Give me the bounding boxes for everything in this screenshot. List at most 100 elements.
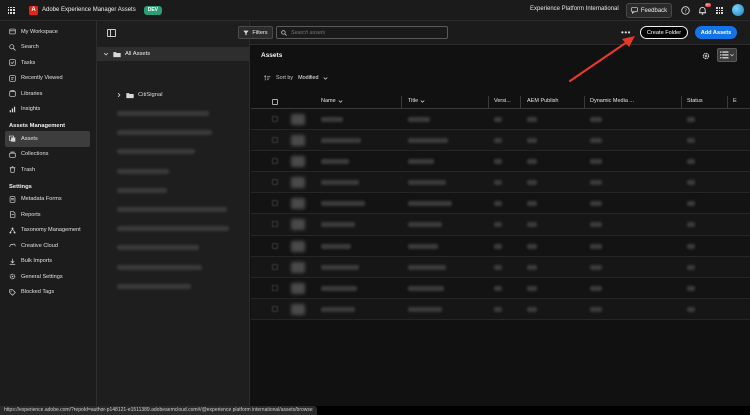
row-checkbox[interactable] xyxy=(272,158,278,165)
table-row[interactable] xyxy=(251,109,750,131)
sidebar-item-assets[interactable]: Assets xyxy=(5,131,90,147)
folder-icon xyxy=(126,92,134,98)
row-checkbox[interactable] xyxy=(272,137,278,144)
row-checkbox[interactable] xyxy=(272,179,278,186)
chevron-right-icon[interactable] xyxy=(116,92,122,98)
table-row[interactable] xyxy=(251,193,750,215)
row-checkbox[interactable] xyxy=(272,221,278,228)
table-cell-redacted xyxy=(494,117,502,122)
tree-item-redacted[interactable] xyxy=(117,111,209,116)
add-assets-button[interactable]: Add Assets xyxy=(695,26,737,39)
org-switcher[interactable]: Experience Platform International xyxy=(530,6,619,12)
tree-item-redacted[interactable] xyxy=(117,283,191,289)
table-cell-redacted xyxy=(527,138,537,144)
sidebar-item-insights[interactable]: Insights xyxy=(5,102,90,118)
chevron-down-icon xyxy=(420,99,425,103)
column-header-dynamic-media[interactable]: Dynamic Media ... xyxy=(590,98,634,104)
sidebar-item-trash[interactable]: Trash xyxy=(5,162,90,178)
sidebar-item-recently-viewed[interactable]: Recently Viewed xyxy=(5,71,90,87)
sidebar-item-bulk-imports[interactable]: Bulk Imports xyxy=(5,254,90,270)
view-switcher-button[interactable] xyxy=(717,48,737,62)
tree-item-redacted[interactable] xyxy=(117,168,169,174)
tree-item-folder[interactable]: CitiSignal xyxy=(116,89,163,101)
apps-button[interactable] xyxy=(714,5,725,16)
tree-item-redacted[interactable] xyxy=(117,245,199,251)
table-cell-redacted xyxy=(687,243,695,249)
tree-item-redacted[interactable] xyxy=(117,149,195,155)
filters-label: Filters xyxy=(252,29,268,36)
help-button[interactable]: ? xyxy=(680,5,691,16)
sidebar-item-general-settings[interactable]: General Settings xyxy=(5,269,90,285)
table-row[interactable] xyxy=(251,214,750,236)
column-header-status[interactable]: Status xyxy=(687,98,703,104)
column-header-aem-publish[interactable]: AEM Publish xyxy=(527,98,559,104)
sidebar-item-blocked-tags[interactable]: Blocked Tags xyxy=(5,285,90,301)
column-header-name[interactable]: Name xyxy=(321,98,343,104)
column-header-title[interactable]: Title xyxy=(408,98,425,104)
table-cell-redacted xyxy=(590,243,602,249)
sidebar-item-my-workspace[interactable]: My Workspace xyxy=(5,24,90,40)
row-checkbox[interactable] xyxy=(272,284,278,291)
table-row[interactable] xyxy=(251,256,750,278)
row-checkbox[interactable] xyxy=(272,242,278,249)
notifications-button[interactable]: 9+ xyxy=(697,3,711,16)
row-checkbox[interactable] xyxy=(272,200,278,207)
sidebar-item-label: Recently Viewed xyxy=(21,75,63,82)
view-settings-button[interactable] xyxy=(701,51,711,61)
sidebar-item-label: Creative Cloud xyxy=(21,242,58,249)
sidebar-item-creative-cloud[interactable]: Creative Cloud xyxy=(5,238,90,254)
search-field[interactable] xyxy=(276,26,448,39)
notification-count: 9+ xyxy=(705,3,711,7)
select-all-checkbox[interactable] xyxy=(272,99,278,105)
tree-item-redacted[interactable] xyxy=(117,130,212,136)
table-cell-redacted xyxy=(590,138,602,144)
chevron-down-icon[interactable] xyxy=(103,51,109,57)
table-cell-redacted xyxy=(494,201,502,207)
table-row[interactable] xyxy=(251,277,750,299)
tree-item-redacted[interactable] xyxy=(117,264,202,270)
settings-icon xyxy=(9,273,16,280)
column-header-version[interactable]: Versi... xyxy=(494,98,511,104)
table-cell-redacted xyxy=(494,243,502,249)
tree-item-redacted[interactable] xyxy=(117,226,229,232)
table-row[interactable] xyxy=(251,130,750,152)
sidebar-item-search[interactable]: Search xyxy=(5,40,90,56)
user-avatar[interactable] xyxy=(732,4,744,16)
folder-icon xyxy=(113,51,121,57)
gear-icon xyxy=(702,52,710,60)
chevron-down-icon xyxy=(730,53,734,57)
sidebar-item-metadata-forms[interactable]: Metadata Forms xyxy=(5,192,90,208)
sidebar-item-reports[interactable]: Reports xyxy=(5,207,90,223)
filters-button[interactable]: Filters xyxy=(238,26,273,39)
table-row[interactable] xyxy=(251,235,750,257)
sidebar-item-collections[interactable]: Collections xyxy=(5,147,90,163)
table-row[interactable] xyxy=(251,151,750,173)
table-row[interactable] xyxy=(251,298,750,320)
sidebar-item-taxonomy-management[interactable]: Taxonomy Management xyxy=(5,223,90,239)
search-input[interactable] xyxy=(291,29,441,36)
asset-thumbnail xyxy=(291,156,305,168)
tree-item-all-assets[interactable]: All Assets xyxy=(97,47,249,61)
table-row[interactable] xyxy=(251,172,750,194)
sidebar-item-tasks[interactable]: Tasks xyxy=(5,55,90,71)
app-switcher-button[interactable] xyxy=(0,6,22,14)
table-cell-redacted xyxy=(408,201,452,207)
table-cell-redacted xyxy=(494,180,502,186)
table-cell-redacted xyxy=(687,117,695,122)
tree-item-redacted[interactable] xyxy=(117,187,167,193)
row-checkbox[interactable] xyxy=(272,116,278,122)
row-checkbox[interactable] xyxy=(272,263,278,270)
sidebar-nav: My Workspace Search Tasks Recently Viewed Li… xyxy=(0,21,97,406)
sidebar-item-libraries[interactable]: Libraries xyxy=(5,86,90,102)
link-url-preview: https://experience.adobe.com/?repoId=aut… xyxy=(0,406,317,415)
sort-control[interactable]: Sort by Modified xyxy=(264,75,328,81)
table-cell-redacted xyxy=(321,306,355,312)
table-cell-redacted xyxy=(494,285,502,291)
row-checkbox[interactable] xyxy=(272,305,278,312)
toggle-panel-icon[interactable] xyxy=(107,29,116,37)
collections-icon xyxy=(9,151,16,158)
tree-item-redacted[interactable] xyxy=(117,207,227,212)
feedback-button[interactable]: Feedback xyxy=(626,3,672,18)
table-cell-redacted xyxy=(321,201,365,207)
column-header-extra[interactable]: E xyxy=(733,98,737,104)
